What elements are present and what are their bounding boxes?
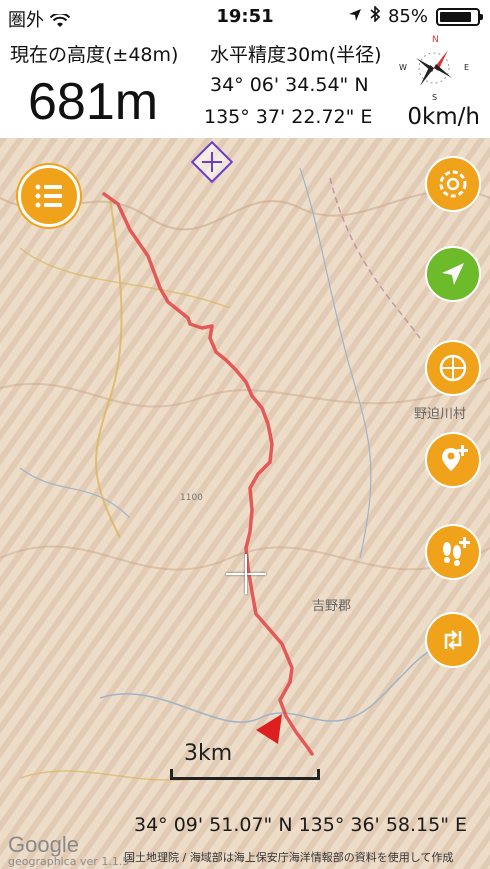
- route-button[interactable]: [425, 612, 481, 668]
- compass-n: N: [432, 35, 439, 45]
- layers-icon: [439, 170, 467, 198]
- place-yoshino: 吉野郡: [312, 599, 351, 614]
- status-bar: 圏外 19:51 85%: [0, 0, 490, 34]
- app-watermark: geographica ver 1.1.5: [8, 855, 130, 868]
- map-center-coords: 34° 09' 51.07" N 135° 36' 58.15" E: [134, 814, 468, 836]
- compass-rotate-icon: [439, 354, 467, 382]
- add-waypoint-button[interactable]: [425, 432, 481, 488]
- location-arrow-icon: [348, 6, 362, 27]
- accuracy-label: 水平精度30m(半径): [210, 44, 382, 66]
- compass-icon[interactable]: N E S W: [398, 34, 470, 102]
- locate-arrow-icon: [442, 263, 464, 285]
- add-pin-icon: [442, 445, 468, 471]
- current-latitude: 34° 06' 34.54" N: [210, 74, 369, 96]
- speed-value: 0km/h: [407, 104, 480, 130]
- elevation-label: 1100: [180, 493, 203, 503]
- list-menu-icon: [35, 184, 62, 208]
- add-track-button[interactable]: [425, 524, 481, 580]
- compass-s: S: [432, 93, 437, 100]
- compass-e: E: [464, 63, 469, 72]
- crosshair-icon: [226, 554, 266, 594]
- menu-button[interactable]: [18, 165, 80, 227]
- current-longitude: 135° 37' 22.72" E: [204, 106, 373, 128]
- altitude-value: 681m: [28, 73, 159, 131]
- battery-percent: 85%: [387, 6, 428, 27]
- battery-icon: [436, 7, 483, 26]
- compass-mode-button[interactable]: [425, 340, 481, 396]
- map-credit: 国土地理院 / 海域部は海上保安庁海洋情報部の資料を使用して作成: [124, 851, 454, 864]
- compass-w: W: [399, 63, 407, 72]
- scale-label: 3km: [184, 741, 233, 766]
- place-nosegawa: 野迫川村: [414, 407, 466, 422]
- layers-button[interactable]: [425, 156, 481, 212]
- scale-bar: 3km: [170, 741, 320, 785]
- route-icon: [444, 630, 462, 650]
- altitude-label: 現在の高度(±48m): [10, 44, 179, 66]
- locate-button[interactable]: [425, 246, 481, 302]
- add-footprint-icon: [443, 537, 470, 566]
- info-panel: 現在の高度(±48m) 681m 水平精度30m(半径) 34° 06' 34.…: [0, 34, 490, 138]
- bluetooth-icon: [370, 5, 381, 27]
- status-right: 85%: [348, 5, 483, 27]
